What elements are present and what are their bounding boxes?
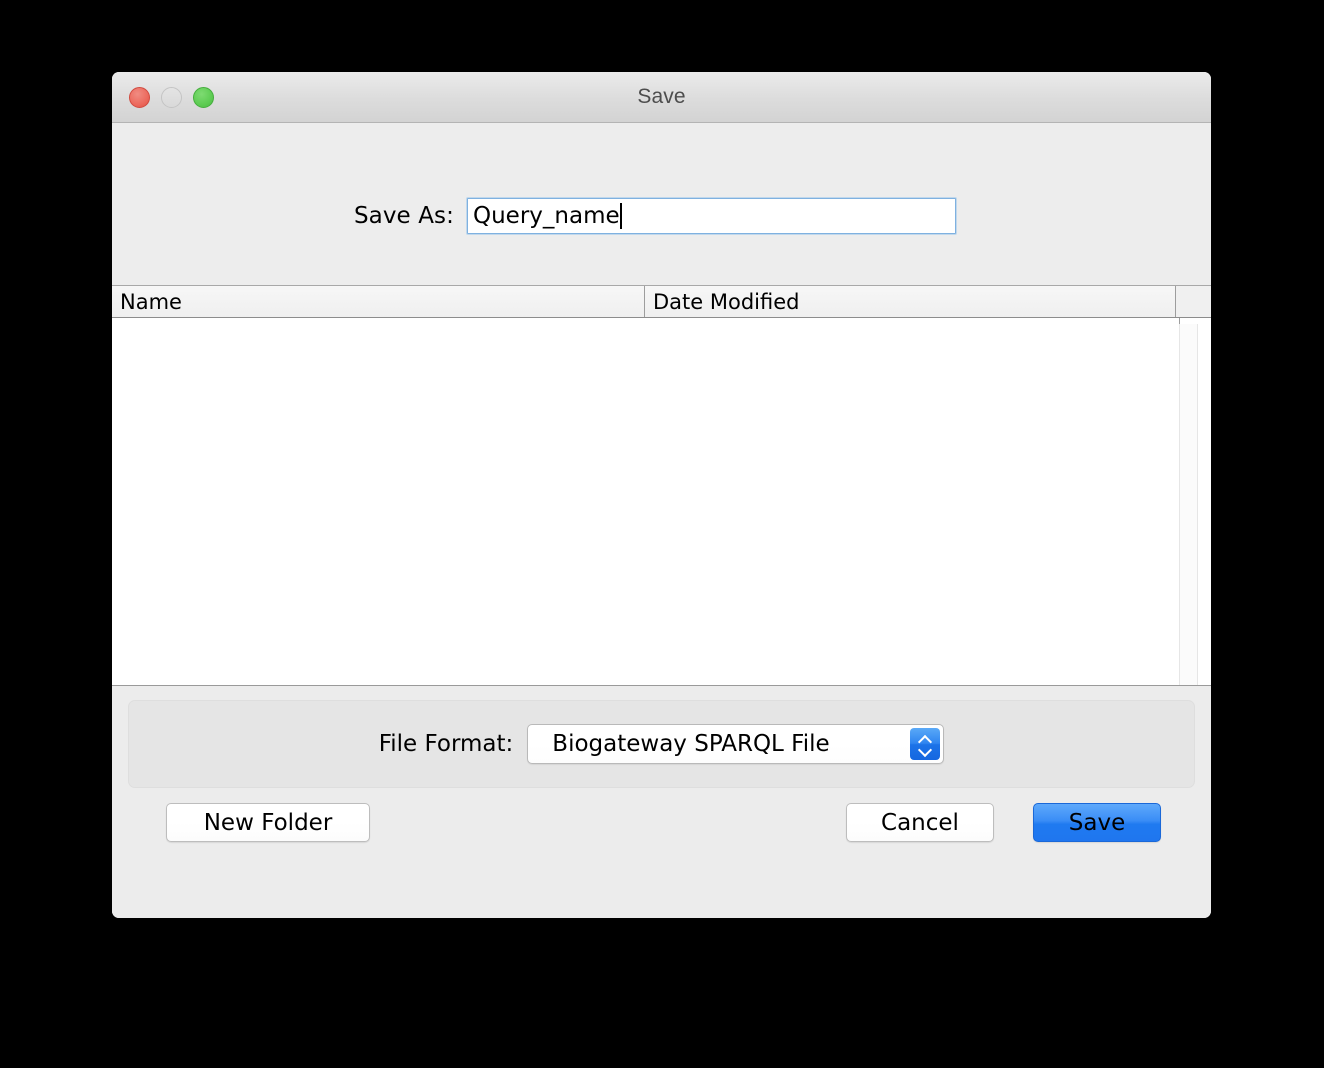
- save-as-label: Save As:: [353, 203, 454, 229]
- save-as-input-value: Query_name: [473, 203, 620, 229]
- column-header-name-label: Name: [120, 289, 182, 314]
- cancel-button[interactable]: Cancel: [846, 803, 994, 842]
- vertical-scrollbar[interactable]: [1179, 324, 1198, 685]
- column-header-name[interactable]: Name: [112, 286, 645, 317]
- save-as-row: Save As: Query_name: [112, 198, 1211, 234]
- new-folder-button[interactable]: New Folder: [166, 803, 370, 842]
- save-button[interactable]: Save: [1033, 803, 1161, 842]
- dialog-button-bar: New Folder Cancel Save: [112, 788, 1211, 918]
- close-button-icon[interactable]: [129, 86, 150, 108]
- chevron-up-icon: [919, 736, 932, 743]
- save-as-input[interactable]: Query_name: [467, 198, 956, 234]
- column-header-spacer: [1176, 286, 1211, 317]
- file-format-label: File Format:: [378, 731, 514, 757]
- file-format-popup-value: Biogateway SPARQL File: [552, 731, 830, 757]
- file-format-stepper-icon[interactable]: [910, 728, 941, 760]
- file-browser[interactable]: Name Date Modified: [112, 286, 1211, 686]
- titlebar: Save: [112, 72, 1211, 123]
- zoom-button-icon[interactable]: [193, 86, 214, 108]
- save-dialog-window: Save Save As: Query_name Queries: [112, 72, 1211, 918]
- file-list-header: Name Date Modified: [112, 286, 1211, 318]
- column-header-date-modified-label: Date Modified: [653, 289, 800, 314]
- file-format-popup-button[interactable]: Biogateway SPARQL File: [527, 724, 945, 764]
- file-list-body[interactable]: [112, 318, 1211, 685]
- accessory-panel: File Format: Biogateway SPARQL File: [112, 686, 1211, 788]
- file-format-group: File Format: Biogateway SPARQL File: [128, 700, 1195, 788]
- column-header-date-modified[interactable]: Date Modified: [645, 286, 1176, 317]
- window-title: Save: [637, 85, 686, 108]
- minimize-button-icon: [161, 86, 182, 108]
- traffic-light-group: [129, 72, 214, 122]
- text-caret: [619, 203, 622, 229]
- save-form-area: Save As: Query_name Queries: [112, 123, 1211, 412]
- chevron-down-icon: [919, 746, 932, 753]
